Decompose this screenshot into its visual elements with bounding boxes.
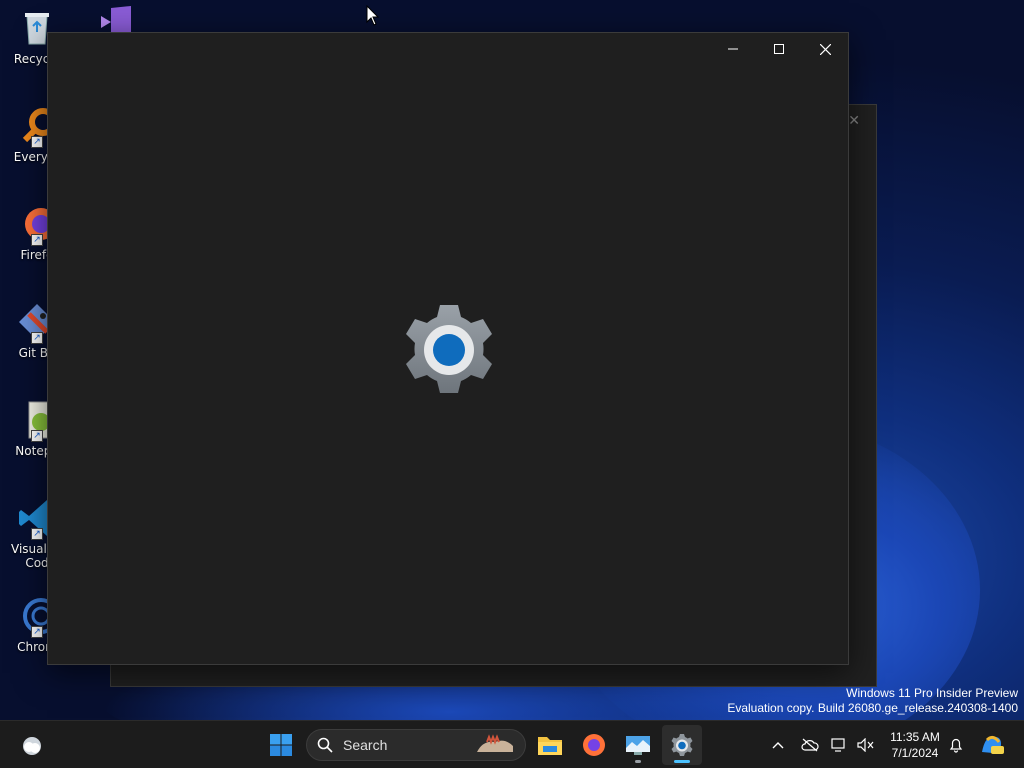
tray-volume[interactable] [854,733,878,757]
chevron-up-icon [772,742,784,749]
taskbar: Search 11:35 AM 7/1/2024 [0,720,1024,768]
weather-cloud-icon [23,737,41,755]
search-label: Search [343,737,388,753]
taskbar-app[interactable] [618,725,658,765]
shortcut-arrow-icon: ↗ [31,234,43,246]
title-bar[interactable] [48,33,848,65]
shortcut-arrow-icon: ↗ [31,430,43,442]
shortcut-arrow-icon: ↗ [31,136,43,148]
firefox-icon [583,734,605,756]
volume-muted-icon [857,738,874,752]
search-highlight-dino-icon [477,734,513,752]
show-hidden-icons-button[interactable] [766,733,790,757]
active-indicator [674,760,690,763]
running-indicator [635,760,641,763]
network-disconnected-icon [831,738,845,752]
copilot-button[interactable] [978,733,1006,757]
bell-icon [949,738,963,753]
search-icon [317,737,333,753]
widgets-button[interactable] [12,725,52,765]
watermark-line1: Windows 11 Pro Insider Preview [846,686,1018,700]
taskbar-clock[interactable]: 11:35 AM 7/1/2024 [884,729,946,761]
start-button[interactable] [261,725,301,765]
taskbar-firefox[interactable] [574,725,614,765]
minimize-icon [728,48,738,50]
settings-gear-icon [406,305,492,393]
tray-network[interactable] [828,733,852,757]
tray-cloud-offline[interactable] [798,733,822,757]
taskbar-file-explorer[interactable] [530,725,570,765]
notifications-button[interactable] [944,733,968,757]
background-window-close-icon[interactable]: ✕ [848,113,860,129]
clock-date: 7/1/2024 [891,746,939,760]
shortcut-arrow-icon: ↗ [31,626,43,638]
evaluation-watermark: Windows 11 Pro Insider Preview Evaluatio… [727,686,1018,716]
settings-gear-icon [671,734,693,756]
minimize-button[interactable] [710,33,756,65]
mouse-cursor-icon [366,5,380,26]
maximize-icon [774,44,784,54]
shortcut-arrow-icon: ↗ [31,332,43,344]
clock-time: 11:35 AM [890,730,940,744]
taskbar-search-box[interactable]: Search [306,729,526,761]
windows-logo-icon [270,734,292,756]
watermark-line2: Evaluation copy. Build 26080.ge_release.… [727,701,1018,715]
taskbar-settings[interactable] [662,725,702,765]
folder-icon [538,737,562,755]
maximize-button[interactable] [756,33,802,65]
cloud-offline-icon [801,738,819,752]
settings-splash-window[interactable] [47,32,849,665]
shortcut-arrow-icon: ↗ [31,528,43,540]
monitor-app-icon [626,736,650,755]
close-icon [819,43,831,55]
close-button[interactable] [802,33,848,65]
copilot-pre-icon [982,735,1004,754]
